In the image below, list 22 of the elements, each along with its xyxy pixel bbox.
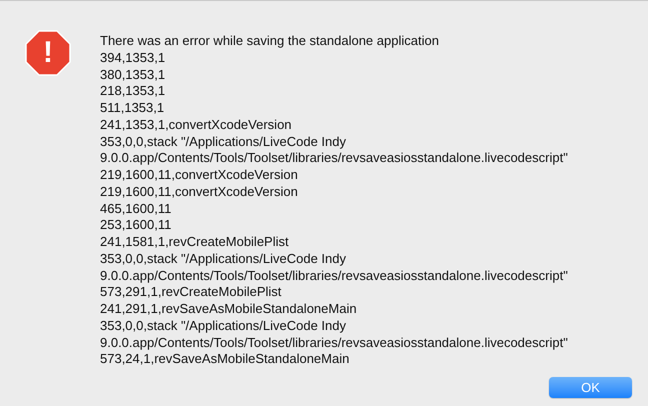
error-line: 380,1353,1	[100, 66, 166, 84]
error-line: 465,1600,11	[100, 200, 172, 218]
error-line: 241,291,1,revSaveAsMobileStandaloneMain	[100, 301, 358, 318]
error-line: 573,291,1,revCreateMobilePlist	[100, 284, 282, 301]
error-title: There was an error while saving the standalone application	[100, 33, 440, 50]
error-line: 241,1353,1,convertXcodeVersion	[100, 116, 293, 134]
error-line: 573,24,1,revSaveAsMobileStandaloneMain	[100, 351, 350, 368]
ok-button[interactable]: OK	[549, 377, 632, 398]
error-line: 9.0.0.app/Contents/Tools/Toolset/libraries/revsaveasiosstandalone.livecodescript"	[100, 150, 568, 167]
error-line: 394,1353,1	[100, 50, 166, 66]
error-line: 353,0,0,stack "/Applications/LiveCode Indy	[100, 250, 347, 268]
error-line: 219,1600,11,convertXcodeVersion	[100, 184, 299, 200]
error-line: 353,0,0,stack "/Applications/LiveCode Indy	[100, 134, 347, 150]
error-line: 253,1600,11	[100, 217, 172, 234]
error-line: 511,1353,1	[100, 100, 166, 117]
error-line: 218,1353,1	[100, 83, 166, 100]
error-line: 219,1600,11,convertXcodeVersion	[100, 167, 299, 184]
error-line: 353,0,0,stack "/Applications/LiveCode Indy	[100, 318, 347, 334]
error-line: 9.0.0.app/Contents/Tools/Toolset/libraries/revsaveasiosstandalone.livecodescript"	[100, 334, 568, 352]
error-line: 241,1581,1,revCreateMobilePlist	[100, 234, 290, 251]
error-icon: !	[25, 30, 71, 76]
error-line: 9.0.0.app/Contents/Tools/Toolset/libraries/revsaveasiosstandalone.livecodescript"	[100, 268, 568, 284]
